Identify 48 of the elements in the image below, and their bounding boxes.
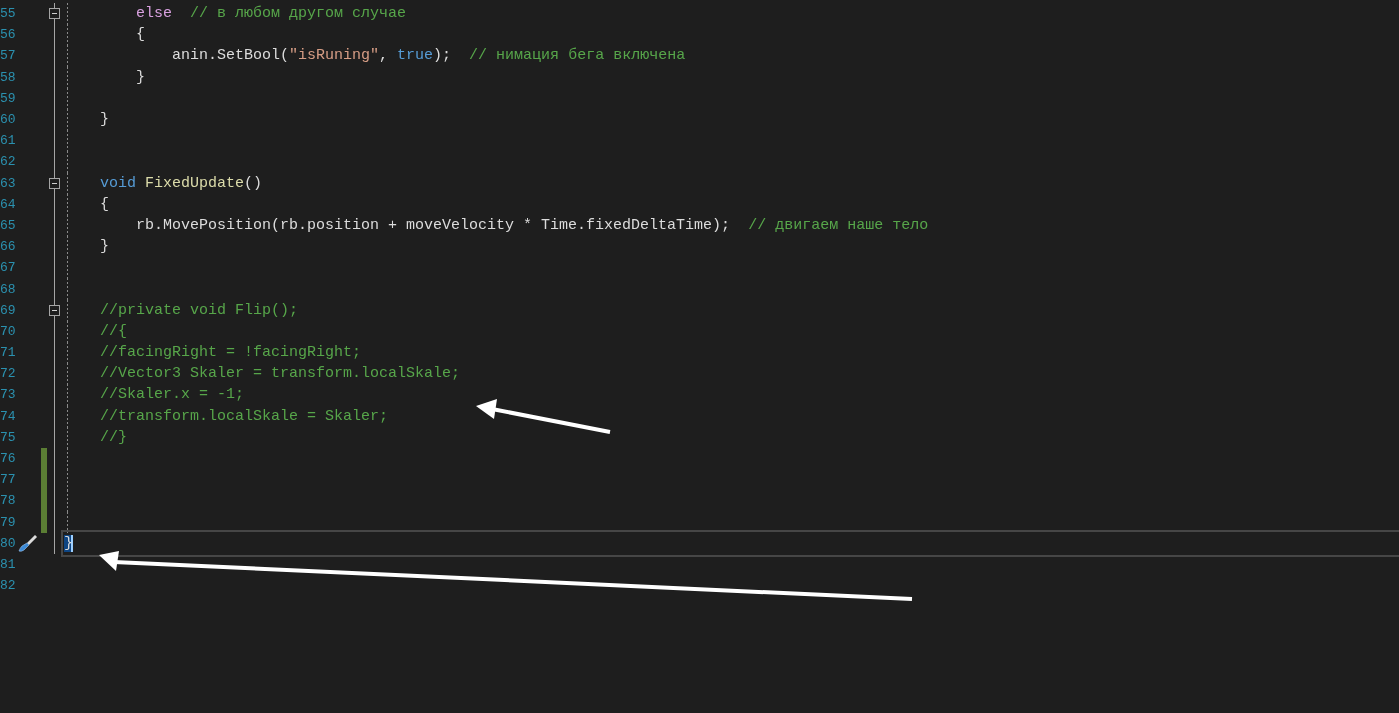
line-number: 60 — [0, 111, 16, 130]
line-number: 73 — [0, 386, 16, 405]
collapse-toggle[interactable] — [49, 304, 60, 316]
line-number: 82 — [0, 577, 16, 596]
line-number: 63 — [0, 174, 16, 193]
code-line: else // в любом другом случае — [135, 4, 407, 25]
line-number: 75 — [0, 428, 16, 447]
line-number: 77 — [0, 471, 16, 490]
collapse-toggle[interactable] — [49, 8, 60, 20]
code-line: { — [135, 25, 145, 46]
line-number: 70 — [0, 322, 16, 341]
line-number: 80 — [0, 534, 16, 553]
line-number: 65 — [0, 216, 16, 235]
code-line: //{ — [99, 321, 127, 342]
line-number: 71 — [0, 344, 16, 363]
line-number: 81 — [0, 555, 16, 574]
code-line: rb.MovePosition(rb.position + moveVelocity * Time.fixedDeltaTime); // двигаем наше тело — [135, 215, 929, 236]
line-number: 57 — [0, 47, 16, 66]
line-number: 76 — [0, 450, 16, 469]
line-number: 55 — [0, 5, 16, 24]
line-number: 58 — [0, 68, 16, 87]
code-line: //} — [99, 427, 127, 448]
line-number: 79 — [0, 513, 16, 532]
line-number: 74 — [0, 407, 16, 426]
line-number: 78 — [0, 492, 16, 511]
line-number: 56 — [0, 26, 16, 45]
line-number: 62 — [0, 153, 16, 172]
line-number: 72 — [0, 365, 16, 384]
code-line: //private void Flip(); — [99, 300, 299, 321]
code-line: } — [135, 67, 145, 88]
code-line: } — [99, 110, 109, 131]
code-line: { — [99, 194, 109, 215]
line-number: 69 — [0, 301, 16, 320]
line-number: 64 — [0, 195, 16, 214]
code-line: //facingRight = !facingRight; — [99, 343, 362, 364]
code-line: } — [99, 237, 109, 258]
line-number: 67 — [0, 259, 16, 278]
code-line: void FixedUpdate() — [99, 173, 263, 194]
line-number: 61 — [0, 132, 16, 151]
brush-icon[interactable] — [17, 533, 38, 554]
collapse-toggle[interactable] — [49, 177, 60, 189]
line-number: 68 — [0, 280, 16, 299]
line-number: 66 — [0, 238, 16, 257]
code-line: //Vector3 Skaler = transform.localSkale; — [99, 364, 461, 385]
code-line: //Skaler.x = -1; — [99, 385, 245, 406]
line-number: 59 — [0, 89, 16, 108]
code-line: //transform.localSkale = Skaler; — [99, 406, 389, 427]
code-line: anin.SetBool("isRuning", true); // нимация бега включена — [171, 46, 686, 67]
